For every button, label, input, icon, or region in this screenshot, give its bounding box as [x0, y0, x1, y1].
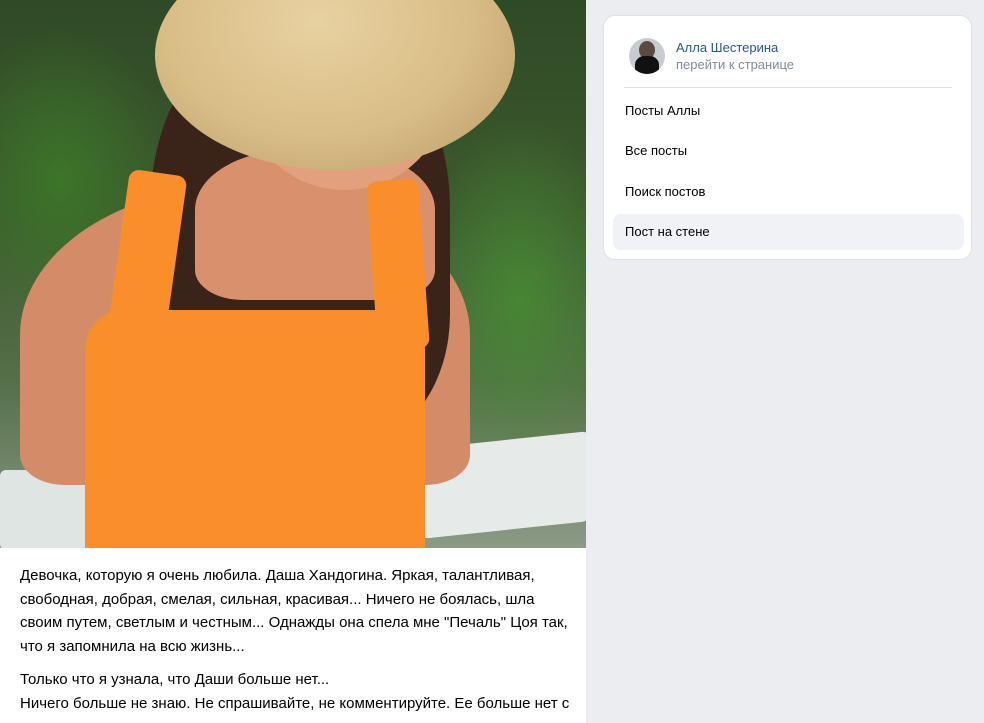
sidebar-menu: Посты Аллы Все посты Поиск постов Пост н… — [613, 92, 964, 254]
post-text: Девочка, которую я очень любила. Даша Ха… — [20, 564, 570, 723]
menu-item-all-posts[interactable]: Все посты — [613, 133, 964, 169]
post-photo[interactable] — [0, 0, 586, 548]
divider — [624, 87, 952, 88]
photo-orange-top — [85, 310, 425, 548]
profile-link[interactable]: перейти к странице — [676, 56, 794, 73]
avatar[interactable] — [629, 38, 665, 74]
menu-item-wall-post[interactable]: Пост на стене — [613, 213, 964, 250]
avatar-body — [635, 56, 659, 74]
menu-item-search-posts[interactable]: Поиск постов — [613, 173, 964, 209]
post-paragraph-2: Только что я узнала, что Даши больше нет… — [20, 671, 570, 723]
sidebar-card: Алла Шестерина перейти к странице Посты … — [603, 15, 972, 260]
post-paragraph-1: Девочка, которую я очень любила. Даша Ха… — [20, 567, 568, 655]
profile-block[interactable]: Алла Шестерина перейти к странице — [629, 36, 794, 76]
menu-item-user-posts[interactable]: Посты Аллы — [613, 92, 964, 128]
post: Девочка, которую я очень любила. Даша Ха… — [0, 0, 586, 723]
profile-name[interactable]: Алла Шестерина — [676, 39, 794, 56]
